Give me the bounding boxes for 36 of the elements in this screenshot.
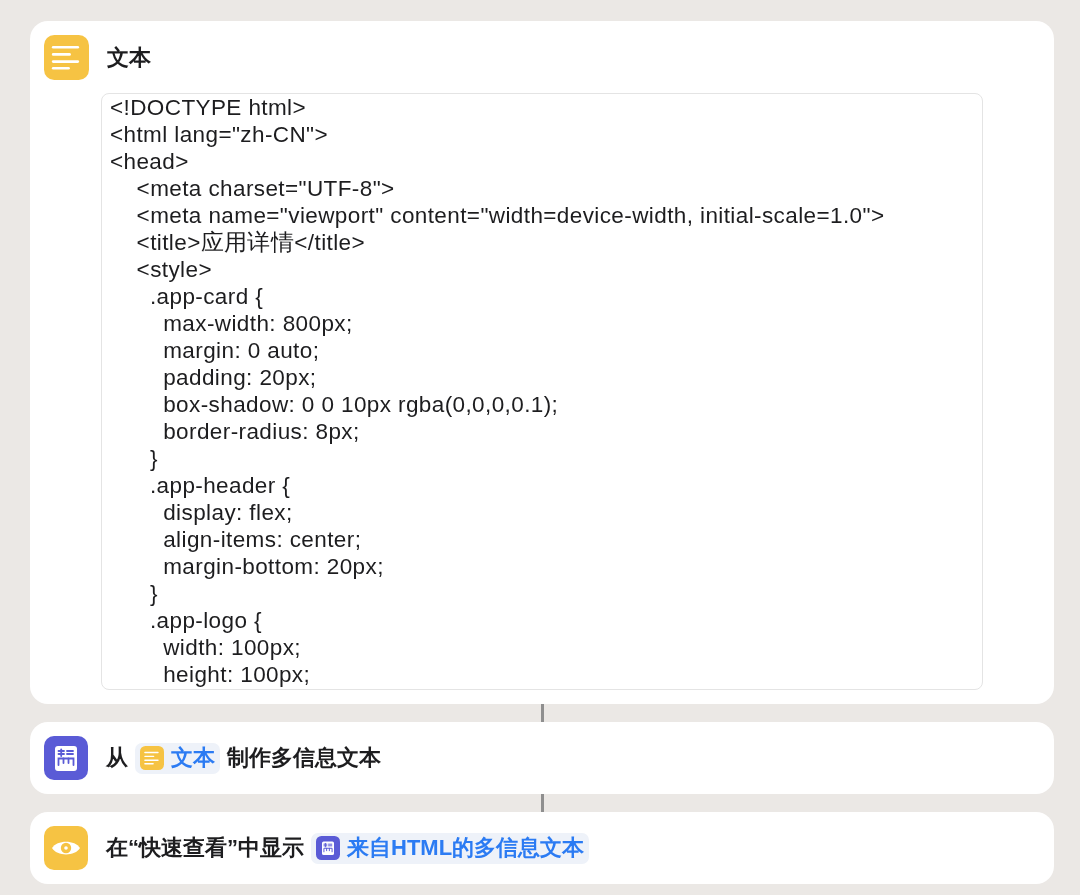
code-line: padding: 20px; <box>162 364 318 391</box>
code-line: <head> <box>110 148 190 175</box>
document-icon <box>316 836 340 860</box>
code-line: max-width: 800px; <box>162 310 354 337</box>
code-line: <style> <box>135 256 213 283</box>
code-line: margin: 0 auto; <box>162 337 321 364</box>
action-label: 从 <box>106 744 128 772</box>
code-line: .app-logo { <box>148 607 263 634</box>
variable-token[interactable]: 文本 <box>135 742 220 774</box>
document-icon <box>44 736 88 780</box>
code-line: <meta name="viewport" content="width=device-width, initial-scale=1.0"> <box>135 202 886 229</box>
variable-token[interactable]: 来自HTML的多信息文本 <box>311 832 590 864</box>
action-label: 在“快速查看”中显示 <box>106 834 304 862</box>
code-line: <html lang="zh-CN"> <box>110 121 330 148</box>
code-line: margin-bottom: 20px; <box>162 553 385 580</box>
code-line: align-items: center; <box>162 526 363 553</box>
text-lines-icon <box>44 35 89 80</box>
code-line: <title>应用详情</title> <box>135 229 367 256</box>
connector-line <box>540 794 544 812</box>
code-line: border-radius: 8px; <box>162 418 361 445</box>
code-line: display: flex; <box>162 499 294 526</box>
code-line: .app-header { <box>148 472 292 499</box>
code-line: <!DOCTYPE html> <box>110 94 308 121</box>
code-line: .app-card { <box>148 283 265 310</box>
text-lines-icon <box>140 746 164 770</box>
text-field[interactable] <box>101 93 983 690</box>
action-title: 文本 <box>107 43 151 72</box>
code-line: box-shadow: 0 0 10px rgba(0,0,0,0.1); <box>162 391 560 418</box>
action-label: 制作多信息文本 <box>227 744 381 772</box>
code-line: width: 100px; <box>162 634 302 661</box>
eye-icon <box>44 826 88 870</box>
connector-line <box>540 704 544 722</box>
code-line: height: 100px; <box>162 661 312 688</box>
code-line: <meta charset="UTF-8"> <box>135 175 396 202</box>
code-line: } <box>148 445 159 472</box>
code-line: } <box>148 580 159 607</box>
